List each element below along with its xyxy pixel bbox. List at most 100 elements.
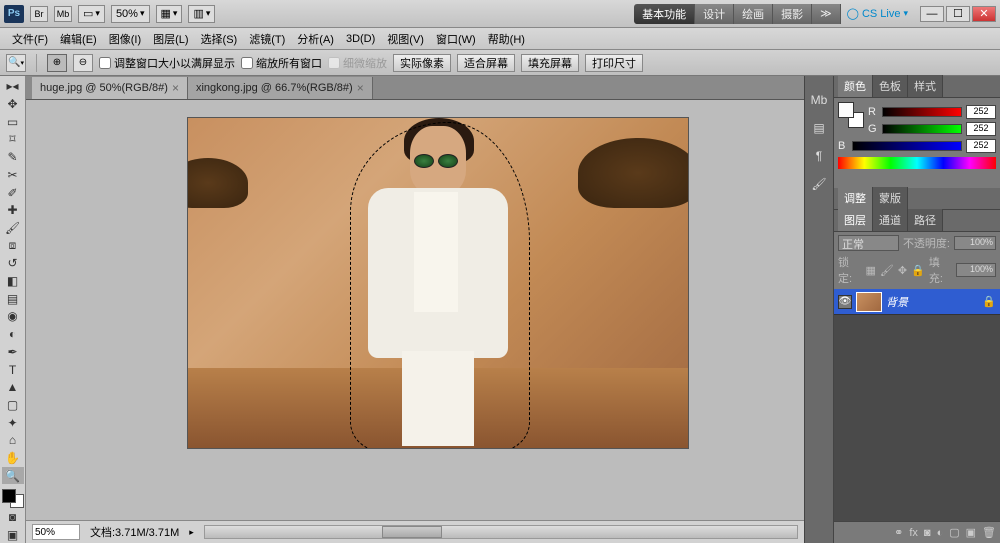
trash-icon[interactable]: 🗑 [982,526,996,539]
cslive-button[interactable]: ◯ CS Live ▾ [841,7,914,20]
history-brush-tool[interactable]: ↺ [2,255,24,272]
screenmode-icon[interactable]: ▣ [2,526,24,543]
arrange-docs-select[interactable]: ▥ ▾ [188,5,215,23]
layer-name[interactable]: 背景 [886,294,908,310]
screen-mode-select[interactable]: ▭ ▾ [78,5,105,23]
tab-channels[interactable]: 通道 [873,209,908,231]
layer-row[interactable]: 👁 背景 🔒 [834,289,1000,315]
move-tool[interactable]: ✥ [2,96,24,113]
resize-window-checkbox[interactable]: 调整窗口大小以满屏显示 [99,55,235,71]
zoom-level-select[interactable]: 50% ▾ [111,5,150,23]
color-swatches[interactable] [2,489,24,507]
menu-image[interactable]: 图像(I) [103,29,147,49]
workspace-essentials[interactable]: 基本功能 [634,4,695,24]
fx-icon[interactable]: fx [909,527,918,539]
collapse-icon[interactable]: ▸◂ [2,78,24,95]
panel-color-swatch[interactable] [838,102,864,128]
b-slider[interactable] [852,141,962,151]
eraser-tool[interactable]: ◧ [2,273,24,290]
3d-camera-tool[interactable]: ⌂ [2,432,24,449]
visibility-icon[interactable]: 👁 [838,295,852,309]
g-slider[interactable] [882,124,962,134]
actual-pixels-button[interactable]: 实际像素 [393,54,451,72]
tab-masks[interactable]: 蒙版 [873,187,908,209]
menu-help[interactable]: 帮助(H) [482,29,531,49]
foreground-color[interactable] [2,489,16,503]
lock-trans-icon[interactable]: ▦ [866,264,876,277]
print-size-button[interactable]: 打印尺寸 [585,54,643,72]
bridge-icon[interactable]: Br [30,6,48,22]
opacity-value[interactable]: 100% [954,236,996,250]
shape-tool[interactable]: ▢ [2,397,24,414]
view-extras-select[interactable]: ▦ ▾ [156,5,183,23]
zoom-all-checkbox[interactable]: 缩放所有窗口 [241,55,322,71]
r-value[interactable]: 252 [966,105,996,119]
workspace-painting[interactable]: 绘画 [734,4,773,24]
workspace-design[interactable]: 设计 [695,4,734,24]
history-dock-icon[interactable]: ▤ [809,118,829,138]
b-value[interactable]: 252 [966,139,996,153]
fill-screen-button[interactable]: 填充屏幕 [521,54,579,72]
canvas-viewport[interactable] [26,100,804,520]
tab-paths[interactable]: 路径 [908,209,943,231]
horizontal-scrollbar[interactable] [204,525,798,539]
hand-tool[interactable]: ✋ [2,450,24,467]
color-ramp[interactable] [838,157,996,169]
minibridge-dock-icon[interactable]: Mb [809,90,829,110]
lock-pos-icon[interactable]: ✥ [898,264,907,277]
close-button[interactable]: ✕ [972,6,996,22]
r-slider[interactable] [882,107,962,117]
healing-tool[interactable]: ✚ [2,202,24,219]
menu-analysis[interactable]: 分析(A) [291,29,340,49]
mask-icon[interactable]: ◙ [924,527,931,539]
fill-value[interactable]: 100% [956,263,996,277]
pen-tool[interactable]: ✒ [2,344,24,361]
lasso-tool[interactable]: ⌑ [2,131,24,148]
menu-3d[interactable]: 3D(D) [340,31,381,47]
tool-preset-icon[interactable]: 🔍 ▾ [6,54,26,72]
close-icon[interactable]: × [172,81,179,95]
workspace-photography[interactable]: 摄影 [773,4,812,24]
close-icon[interactable]: × [357,81,364,95]
zoom-tool[interactable]: 🔍 [2,467,24,484]
path-select-tool[interactable]: ▲ [2,379,24,396]
doc-tab-huge[interactable]: huge.jpg @ 50%(RGB/8#)× [32,77,188,99]
menu-filter[interactable]: 滤镜(T) [243,29,291,49]
crop-tool[interactable]: ✂ [2,167,24,184]
zoom-in-icon[interactable]: ⊕ [47,54,67,72]
blur-tool[interactable]: ◉ [2,308,24,325]
scrubby-zoom-checkbox[interactable]: 细微缩放 [328,55,387,71]
3d-tool[interactable]: ✦ [2,414,24,431]
brush-dock-icon[interactable]: 🖌 [809,174,829,194]
type-tool[interactable]: T [2,361,24,378]
menu-view[interactable]: 视图(V) [381,29,430,49]
menu-edit[interactable]: 编辑(E) [54,29,103,49]
eyedropper-tool[interactable]: ✐ [2,184,24,201]
gradient-tool[interactable]: ▤ [2,290,24,307]
folder-icon[interactable]: ▢ [949,526,959,539]
stamp-tool[interactable]: ⧈ [2,237,24,254]
new-layer-icon[interactable]: ▣ [966,526,976,539]
zoom-out-icon[interactable]: ⊖ [73,54,93,72]
workspace-more[interactable]: ≫ [812,4,841,24]
menu-window[interactable]: 窗口(W) [430,29,482,49]
menu-layer[interactable]: 图层(L) [147,29,194,49]
fit-screen-button[interactable]: 适合屏幕 [457,54,515,72]
quick-select-tool[interactable]: ✎ [2,149,24,166]
menu-select[interactable]: 选择(S) [195,29,244,49]
dodge-tool[interactable]: ◐ [2,326,24,343]
link-icon[interactable]: ⚭ [894,526,903,539]
lock-pixels-icon[interactable]: 🖌 [880,264,894,277]
tab-adjustments[interactable]: 调整 [838,187,873,209]
minibridge-icon[interactable]: Mb [54,6,72,22]
doc-tab-xingkong[interactable]: xingkong.jpg @ 66.7%(RGB/8#)× [188,77,373,99]
lock-all-icon[interactable]: 🔒 [911,264,925,277]
canvas[interactable] [188,118,688,448]
tab-color[interactable]: 颜色 [838,75,873,97]
menu-file[interactable]: 文件(F) [6,29,54,49]
maximize-button[interactable]: ☐ [946,6,970,22]
tab-swatches[interactable]: 色板 [873,75,908,97]
quickmask-icon[interactable]: ◙ [2,509,24,526]
brush-tool[interactable]: 🖌 [2,220,24,237]
zoom-input[interactable] [32,524,80,540]
